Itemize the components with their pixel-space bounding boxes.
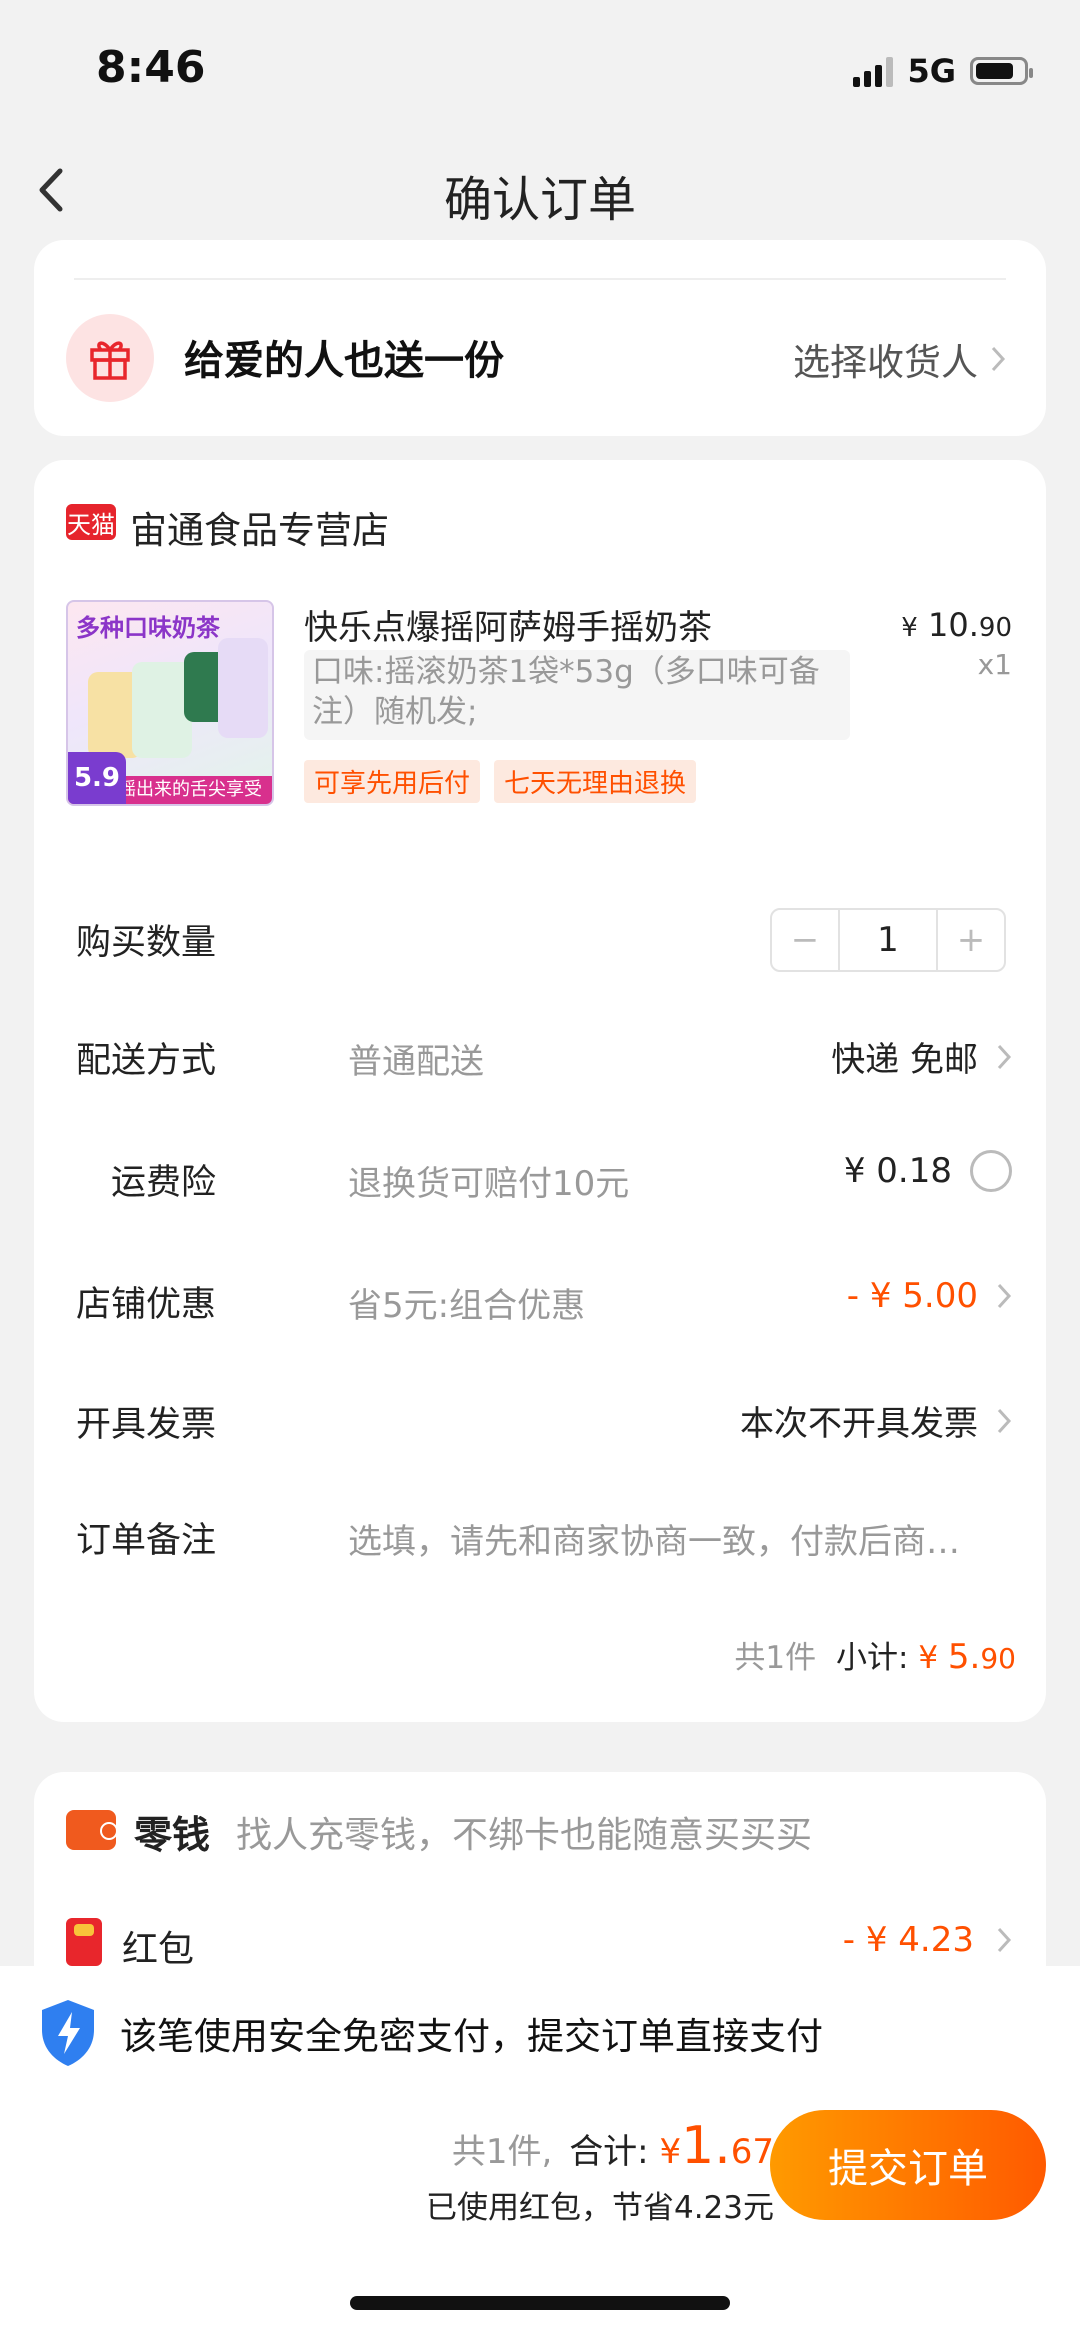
battery-icon [970,57,1033,85]
discount-sub: 省5元:组合优惠 [348,1286,586,1326]
chevron-right-icon [997,1044,1012,1069]
image-headline: 多种口味奶茶 [76,614,220,642]
page-title: 确认订单 [443,172,636,228]
delivery-option[interactable]: 快递 免邮 [831,1032,1012,1081]
invoice-value: 本次不开具发票 [740,1404,978,1444]
insurance-option[interactable]: ¥ 0.18 [844,1150,1012,1192]
choose-receiver-label: 选择收货人 [793,341,978,384]
wallet-icon [66,1810,118,1850]
red-packet-option[interactable]: - ¥ 4.23 [843,1920,1012,1960]
store-card: 天猫 宙通食品专营店 多种口味奶茶 摇出来的舌尖享受 5.9 快乐点爆摇阿萨姆手… [34,460,1046,1722]
delivery-value: 快递 免邮 [831,1040,978,1080]
discount-value: - ¥ 5.00 [846,1276,978,1316]
quantity-stepper[interactable]: − 1 + [770,908,1006,972]
quantity-value[interactable]: 1 [838,910,938,970]
tag-return: 七天无理由退换 [494,760,697,803]
store-name[interactable]: 宙通食品专营店 [130,500,389,554]
note-label: 订单备注 [75,1521,216,1561]
status-indicators: 5G [853,52,1033,90]
home-indicator[interactable] [350,2296,730,2310]
product-image[interactable]: 多种口味奶茶 摇出来的舌尖享受 5.9 [66,600,274,806]
product-tags: 可享先用后付 七天无理由退换 [304,760,697,803]
plus-button[interactable]: + [938,910,1004,970]
tag-pay-later: 可享先用后付 [304,760,481,803]
delivery-sub: 普通配送 [348,1042,484,1082]
product-quantity: x1 [977,648,1012,681]
product-spec[interactable]: 口味:摇滚奶茶1袋*53g（多口味可备注）随机发; [304,650,850,740]
signal-icon [853,55,894,87]
shield-icon [36,1996,100,2072]
red-packet-label: 红包 [122,1929,195,1970]
gift-card[interactable]: 给爱的人也送一份 选择收货人 [34,240,1046,436]
insurance-label: 运费险 [110,1163,216,1203]
wallet-desc[interactable]: 找人充零钱，不绑卡也能随意买买买 [236,1806,812,1858]
wallet-card: 零钱 找人充零钱，不绑卡也能随意买买买 红包 - ¥ 4.23 [34,1772,1046,1972]
product-price: ¥ 10.90 [901,606,1012,644]
insurance-sub: 退换货可赔付10元 [348,1164,630,1204]
wallet-title: 零钱 [134,1813,211,1857]
insurance-radio[interactable] [970,1150,1012,1192]
discount-option[interactable]: - ¥ 5.00 [847,1276,1012,1316]
invoice-label: 开具发票 [75,1405,216,1445]
quantity-label: 购买数量 [75,923,216,963]
divider [74,278,1006,280]
choose-receiver-button[interactable]: 选择收货人 [793,332,1006,386]
gift-icon [66,314,154,402]
delivery-label: 配送方式 [75,1041,216,1081]
subtotal-label: 小计: [836,1640,909,1676]
note-input[interactable]: 选填，请先和商家协商一致，付款后商… [348,1514,1028,1563]
red-packet-value: - ¥ 4.23 [842,1920,974,1960]
saved-text: 已使用红包，节省4.23元 [425,2190,774,2226]
tmall-logo: 天猫 [66,504,116,540]
discount-label: 店铺优惠 [75,1285,216,1325]
secure-pay-text: 该笔使用安全免密支付，提交订单直接支付 [120,2015,823,2058]
subtotal-count: 共1件 [734,1640,817,1676]
product-title[interactable]: 快乐点爆摇阿萨姆手摇奶茶 [304,600,884,649]
gift-title: 给爱的人也送一份 [184,338,504,384]
subtotal: 共1件 小计: ¥ 5.90 [734,1637,1016,1677]
submit-order-button[interactable]: 提交订单 [770,2110,1046,2220]
chevron-right-icon [997,1408,1012,1433]
image-price: 5.9 [68,752,126,804]
total-amount: 1. [681,2116,731,2176]
chevron-right-icon [997,1283,1012,1309]
total-line: 共1件, 合计: ¥1.67 [451,2116,774,2176]
back-button[interactable] [36,160,76,220]
invoice-option[interactable]: 本次不开具发票 [740,1396,1012,1445]
red-packet-icon [66,1918,102,1966]
total-label: 合计: [569,2132,649,2172]
network-label: 5G [907,52,956,90]
total-count: 共1件, [451,2132,553,2172]
chevron-right-icon [997,1927,1012,1953]
minus-button[interactable]: − [772,910,838,970]
chevron-left-icon [39,168,63,212]
insurance-value: ¥ 0.18 [843,1151,952,1191]
checkout-bar: 该笔使用安全免密支付，提交订单直接支付 共1件, 合计: ¥1.67 已使用红包… [0,1966,1080,2337]
chevron-right-icon [991,346,1006,372]
status-time: 8:46 [96,42,206,93]
